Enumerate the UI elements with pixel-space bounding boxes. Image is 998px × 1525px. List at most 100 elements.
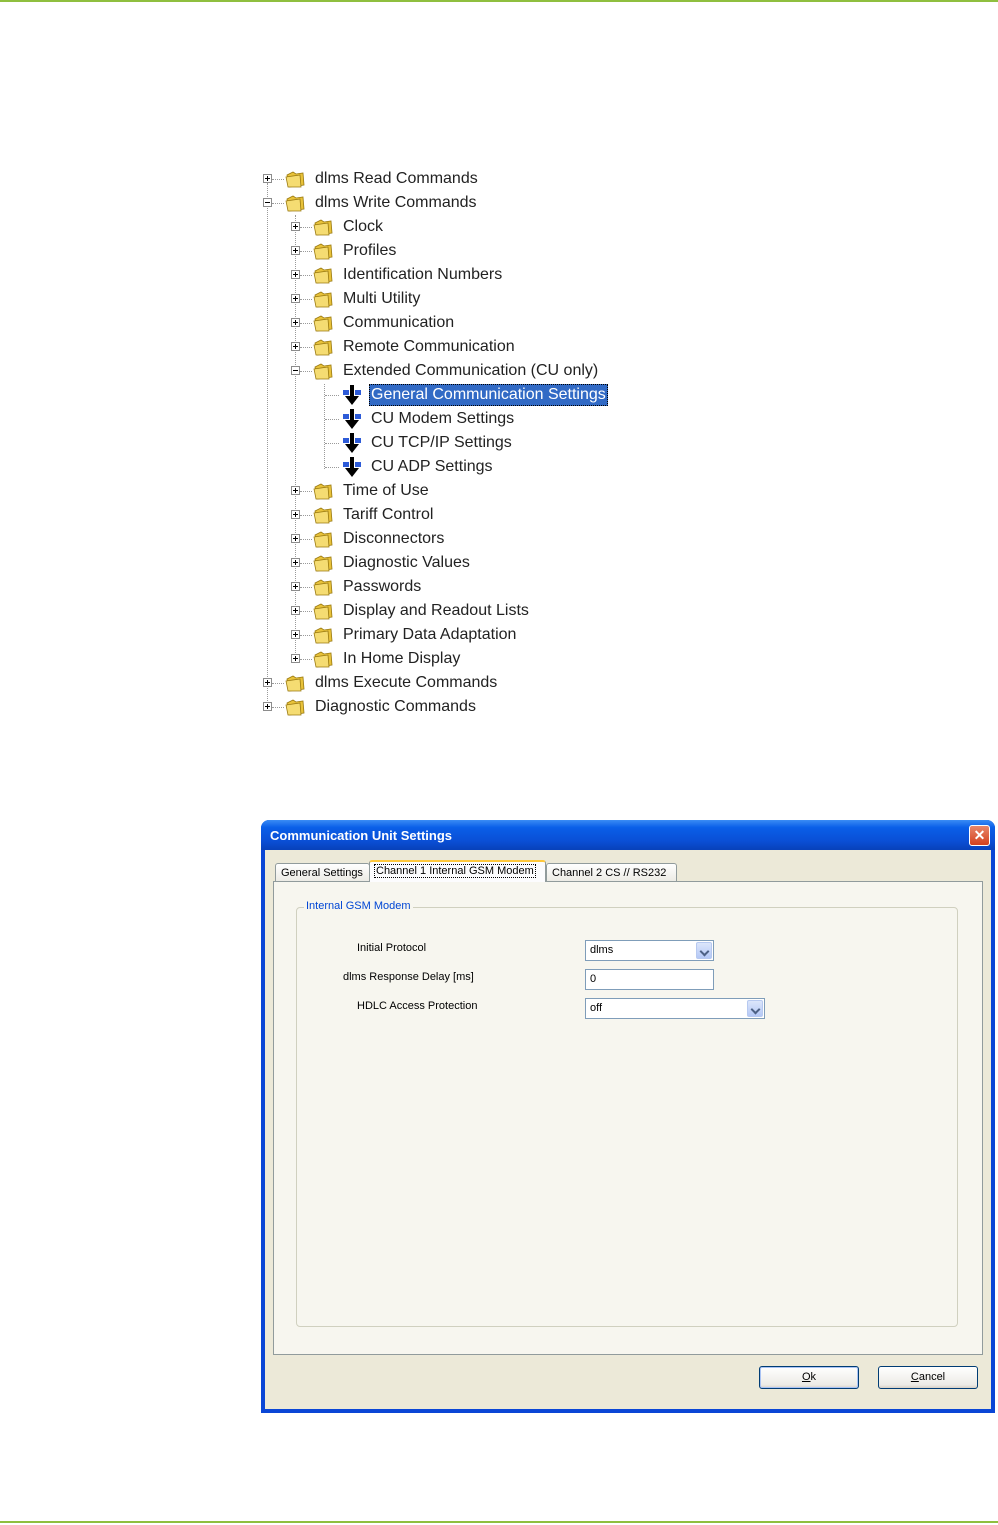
ok-button[interactable]: Ok bbox=[759, 1366, 859, 1389]
tree-connector bbox=[325, 395, 339, 396]
tree-item-label: Passwords bbox=[343, 578, 422, 595]
cancel-button[interactable]: Cancel bbox=[878, 1366, 978, 1389]
expand-toggle[interactable] bbox=[291, 630, 300, 639]
tree-item-label: Tariff Control bbox=[343, 506, 434, 523]
collapse-toggle[interactable] bbox=[291, 366, 300, 375]
expand-toggle[interactable] bbox=[291, 606, 300, 615]
top-rule bbox=[0, 0, 998, 2]
tree-item-label: dlms Read Commands bbox=[315, 170, 478, 187]
tree-connector bbox=[300, 323, 312, 324]
dialog-title: Communication Unit Settings bbox=[270, 828, 452, 843]
cancel-mnemonic: C bbox=[910, 1371, 919, 1383]
tab-label: Channel 1 Internal GSM Modem bbox=[374, 864, 536, 878]
tree-item-label: Clock bbox=[343, 218, 384, 235]
folder-icon bbox=[313, 555, 333, 572]
folder-icon bbox=[313, 315, 333, 332]
folder-icon bbox=[313, 603, 333, 620]
expand-toggle[interactable] bbox=[291, 294, 300, 303]
hdlc-access-protection-select[interactable]: off bbox=[585, 998, 765, 1019]
tab-panel: Internal GSM Modem Initial Protocol dlms… bbox=[273, 881, 983, 1355]
tree-connector bbox=[272, 203, 284, 204]
tree-connector bbox=[300, 251, 312, 252]
tree-connector bbox=[300, 227, 312, 228]
expand-toggle[interactable] bbox=[291, 510, 300, 519]
close-button[interactable]: ✕ bbox=[969, 825, 990, 846]
group-internal-gsm-modem: Internal GSM Modem Initial Protocol dlms… bbox=[296, 900, 958, 1327]
chevron-down-icon[interactable] bbox=[696, 942, 712, 959]
tree-connector bbox=[272, 683, 284, 684]
tree-connector bbox=[272, 179, 284, 180]
tab-channel-1-internal-gsm-modem[interactable]: Channel 1 Internal GSM Modem bbox=[369, 860, 546, 882]
folder-open-icon bbox=[285, 195, 305, 212]
expand-toggle[interactable] bbox=[291, 342, 300, 351]
expand-toggle[interactable] bbox=[291, 654, 300, 663]
expand-toggle[interactable] bbox=[291, 270, 300, 279]
write-arrow-icon bbox=[343, 457, 361, 477]
tree-item-label: Remote Communication bbox=[343, 338, 515, 355]
tab-channel-2-cs-rs232[interactable]: Channel 2 CS // RS232 bbox=[546, 863, 677, 881]
folder-icon bbox=[313, 291, 333, 308]
tree-item-label: CU Modem Settings bbox=[371, 410, 515, 427]
expand-toggle[interactable] bbox=[291, 582, 300, 591]
tree-connector bbox=[300, 491, 312, 492]
expand-toggle[interactable] bbox=[263, 678, 272, 687]
tree-item-label: Disconnectors bbox=[343, 530, 445, 547]
tab-general-settings[interactable]: General Settings bbox=[275, 863, 370, 881]
tree-item-label: CU TCP/IP Settings bbox=[371, 434, 512, 451]
chevron-down-icon[interactable] bbox=[747, 1000, 763, 1017]
hdlc-access-protection-label: HDLC Access Protection bbox=[357, 1000, 478, 1012]
tree-connector bbox=[300, 539, 312, 540]
folder-icon bbox=[313, 507, 333, 524]
tree-connector bbox=[300, 347, 312, 348]
response-delay-value: 0 bbox=[590, 973, 597, 985]
initial-protocol-value: dlms bbox=[590, 944, 614, 956]
dialog-title-bar[interactable]: Communication Unit Settings ✕ bbox=[261, 820, 995, 850]
tree-item-label: Extended Communication (CU only) bbox=[343, 362, 599, 379]
folder-icon bbox=[313, 267, 333, 284]
tree-guide-line bbox=[295, 215, 296, 661]
expand-toggle[interactable] bbox=[291, 222, 300, 231]
folder-icon bbox=[313, 579, 333, 596]
tree-item-label: dlms Execute Commands bbox=[315, 674, 498, 691]
tree-connector bbox=[300, 659, 312, 660]
initial-protocol-label: Initial Protocol bbox=[357, 942, 427, 954]
tree-item-label: Primary Data Adaptation bbox=[343, 626, 517, 643]
expand-toggle[interactable] bbox=[263, 702, 272, 711]
tree-item-label: Diagnostic Commands bbox=[315, 698, 476, 715]
tree-connector bbox=[272, 707, 284, 708]
tree-item-label: In Home Display bbox=[343, 650, 461, 667]
tab-label: General Settings bbox=[281, 867, 363, 879]
folder-icon bbox=[313, 651, 333, 668]
initial-protocol-select[interactable]: dlms bbox=[585, 940, 714, 961]
tree-connector bbox=[300, 635, 312, 636]
expand-toggle[interactable] bbox=[263, 174, 272, 183]
group-title: Internal GSM Modem bbox=[304, 900, 413, 912]
expand-toggle[interactable] bbox=[291, 534, 300, 543]
tree-connector bbox=[300, 587, 312, 588]
expand-toggle[interactable] bbox=[291, 246, 300, 255]
tree-item-label: Diagnostic Values bbox=[343, 554, 470, 571]
response-delay-label: dlms Response Delay [ms] bbox=[343, 971, 474, 983]
tree-connector bbox=[300, 515, 312, 516]
tree-item-label-selected: General Communication Settings bbox=[369, 384, 608, 406]
command-tree[interactable]: dlms Read Commands dlms Write Commands C… bbox=[258, 168, 678, 724]
expand-toggle[interactable] bbox=[291, 318, 300, 327]
tree-connector bbox=[300, 275, 312, 276]
expand-toggle[interactable] bbox=[291, 558, 300, 567]
tree-item-label: Profiles bbox=[343, 242, 397, 259]
folder-icon bbox=[313, 219, 333, 236]
close-icon: ✕ bbox=[973, 827, 986, 843]
expand-toggle[interactable] bbox=[291, 486, 300, 495]
hdlc-access-protection-value: off bbox=[590, 1002, 603, 1014]
tree-connector bbox=[300, 563, 312, 564]
tree-item-label: Communication bbox=[343, 314, 455, 331]
ok-label-rest: k bbox=[810, 1371, 817, 1383]
tree-item-label: Display and Readout Lists bbox=[343, 602, 529, 619]
response-delay-input[interactable]: 0 bbox=[585, 969, 714, 990]
tree-connector bbox=[300, 611, 312, 612]
folder-icon bbox=[285, 171, 305, 188]
tree-connector bbox=[300, 299, 312, 300]
tree-item-label: Multi Utility bbox=[343, 290, 421, 307]
folder-icon bbox=[285, 675, 305, 692]
collapse-toggle[interactable] bbox=[263, 198, 272, 207]
